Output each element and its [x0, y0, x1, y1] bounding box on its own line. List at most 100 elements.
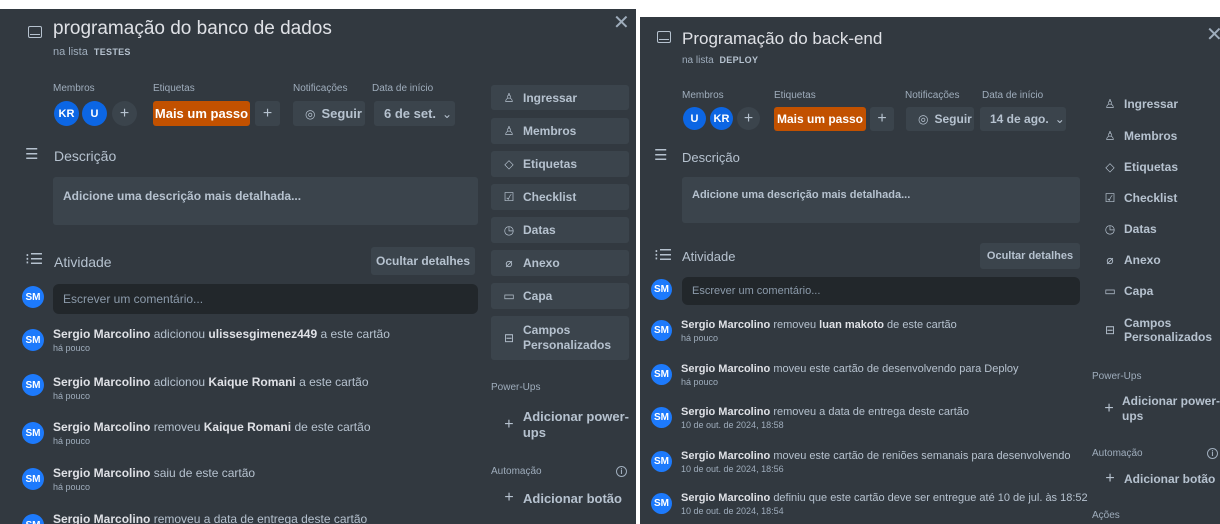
label-chip[interactable]: Mais um passo [774, 107, 866, 131]
eye-icon: ◎ [918, 112, 929, 126]
avatar[interactable]: SM [651, 320, 672, 341]
description-input[interactable]: Adicione uma descrição mais detalhada... [53, 177, 478, 225]
list-name[interactable]: TESTES [94, 47, 131, 57]
checklist-button[interactable]: ☑ Checklist [491, 184, 629, 210]
avatar[interactable]: SM [651, 493, 672, 514]
attachment-button-label: Anexo [523, 256, 560, 270]
follow-button[interactable]: ◎ Seguir [293, 101, 365, 126]
checklist-button[interactable]: ☑ Checklist [1092, 185, 1220, 210]
labels-label: Etiquetas [774, 90, 816, 101]
activity-time[interactable]: há pouco [53, 436, 371, 446]
list-name[interactable]: DEPLOY [719, 55, 758, 65]
start-date-button[interactable]: 14 de ago. ⌄ [980, 107, 1066, 131]
add-button-label: Adicionar botão [523, 490, 622, 506]
activity-item: Sergio Marcolino removeu a data de entre… [53, 512, 367, 524]
activity-time[interactable]: 10 de out. de 2024, 18:56 [681, 464, 1071, 474]
join-button[interactable]: ♙ Ingressar [491, 85, 629, 110]
activity-time[interactable]: 10 de out. de 2024, 18:58 [681, 420, 969, 430]
chevron-down-icon: ⌄ [1054, 112, 1065, 126]
cover-button[interactable]: ▭ Capa [491, 283, 629, 309]
cover-button[interactable]: ▭ Capa [1092, 278, 1220, 303]
dates-button[interactable]: ◷ Datas [491, 217, 629, 243]
avatar[interactable]: SM [22, 468, 44, 490]
activity-user[interactable]: Sergio Marcolino [53, 512, 150, 524]
close-icon[interactable]: ✕ [1206, 25, 1220, 45]
members-button[interactable]: ♙ Membros [491, 118, 629, 144]
attachment-button[interactable]: ⌀ Anexo [491, 250, 629, 276]
activity-text: removeu [773, 319, 817, 331]
custom-fields-button[interactable]: ⊟ Campos Personalizados [491, 316, 629, 360]
avatar[interactable]: SM [651, 451, 672, 472]
comment-input[interactable]: Escrever um comentário... [53, 284, 478, 314]
activity-user[interactable]: Sergio Marcolino [681, 319, 770, 331]
hide-details-button[interactable]: Ocultar detalhes [371, 247, 475, 275]
avatar[interactable]: SM [22, 329, 44, 351]
activity-heading: Atividade [682, 249, 736, 264]
avatar[interactable]: SM [22, 422, 44, 444]
attachment-button-label: Anexo [1124, 252, 1161, 267]
join-label: Ingressar [1124, 96, 1179, 111]
avatar[interactable]: SM [22, 286, 44, 308]
avatar[interactable]: SM [651, 407, 672, 428]
powerups-label: Power-Ups [491, 382, 541, 393]
labels-button[interactable]: ◇ Etiquetas [1092, 154, 1220, 179]
card-title[interactable]: programação do banco de dados [53, 18, 332, 40]
activity-time[interactable]: 10 de out. de 2024, 18:54 [681, 506, 1088, 516]
add-label-button[interactable]: + [870, 107, 894, 131]
label-chip[interactable]: Mais um passo [153, 101, 250, 126]
activity-user[interactable]: Sergio Marcolino [53, 375, 150, 389]
add-button-button[interactable]: + Adicionar botão [491, 485, 629, 511]
add-member-button[interactable]: + [112, 101, 137, 126]
clock-icon: ◷ [1104, 221, 1116, 236]
activity-user[interactable]: Sergio Marcolino [681, 492, 770, 504]
description-input[interactable]: Adicione uma descrição mais detalhada... [682, 177, 1080, 223]
avatar[interactable]: SM [22, 374, 44, 396]
dates-button[interactable]: ◷ Datas [1092, 216, 1220, 241]
members-button[interactable]: ♙ Membros [1092, 123, 1220, 148]
custom-fields-button[interactable]: ⊟ Campos Personalizados [1092, 310, 1220, 350]
avatar[interactable]: KR [710, 107, 733, 130]
add-label-button[interactable]: + [255, 101, 280, 126]
activity-user[interactable]: Sergio Marcolino [681, 363, 770, 375]
activity-time[interactable]: há pouco [53, 343, 390, 353]
add-powerups-button[interactable]: + Adicionar power-ups [491, 403, 629, 447]
join-button[interactable]: ♙ Ingressar [1092, 91, 1220, 116]
activity-time[interactable]: há pouco [53, 482, 255, 492]
attachment-button[interactable]: ⌀ Anexo [1092, 247, 1220, 272]
plus-icon: + [504, 489, 514, 506]
start-date-button[interactable]: 6 de set. ⌄ [374, 101, 455, 126]
activity-user[interactable]: Sergio Marcolino [53, 466, 150, 480]
activity-user[interactable]: Sergio Marcolino [53, 420, 150, 434]
avatar[interactable]: U [82, 101, 107, 126]
add-button-button[interactable]: + Adicionar botão [1092, 466, 1220, 491]
activity-user[interactable]: Sergio Marcolino [681, 450, 770, 462]
add-powerups-label: Adicionar power-ups [1122, 394, 1220, 424]
comment-input[interactable]: Escrever um comentário... [682, 277, 1080, 305]
avatar[interactable]: SM [651, 279, 672, 300]
info-icon[interactable]: i [1207, 448, 1218, 459]
cover-icon: ▭ [1104, 283, 1116, 298]
avatar[interactable]: KR [54, 101, 79, 126]
activity-target: luan makoto [819, 319, 884, 331]
activity-text: a este cartão [299, 375, 369, 389]
activity-time[interactable]: há pouco [53, 391, 369, 401]
person-add-icon: ♙ [503, 90, 515, 105]
info-icon[interactable]: i [616, 466, 627, 477]
add-powerups-button[interactable]: + Adicionar power-ups [1092, 389, 1220, 429]
fields-icon: ⊟ [503, 331, 515, 345]
avatar[interactable]: SM [651, 364, 672, 385]
add-member-button[interactable]: + [737, 107, 760, 130]
card-title[interactable]: Programação do back-end [682, 29, 882, 49]
activity-icon: ⁝☰ [654, 247, 673, 264]
follow-button[interactable]: ◎ Seguir [906, 107, 974, 131]
labels-button[interactable]: ◇ Etiquetas [491, 151, 629, 177]
avatar[interactable]: SM [22, 514, 44, 524]
dates-button-label: Datas [1124, 221, 1157, 236]
hide-details-button[interactable]: Ocultar detalhes [980, 243, 1080, 269]
activity-time[interactable]: há pouco [681, 333, 957, 343]
activity-time[interactable]: há pouco [681, 377, 1019, 387]
activity-user[interactable]: Sergio Marcolino [681, 406, 770, 418]
avatar[interactable]: U [683, 107, 706, 130]
activity-user[interactable]: Sergio Marcolino [53, 327, 150, 341]
close-icon[interactable]: ✕ [613, 13, 630, 33]
